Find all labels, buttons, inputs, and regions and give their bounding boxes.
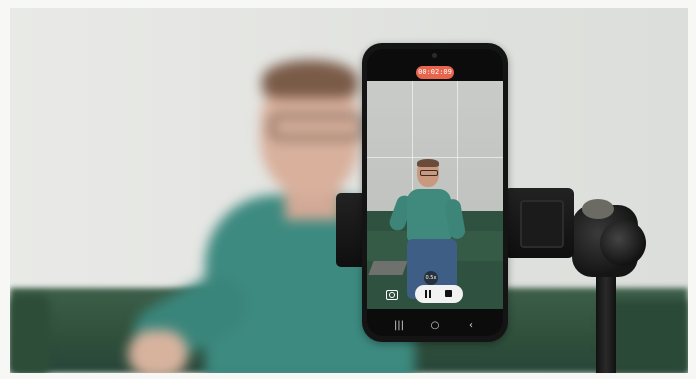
tripod-pole bbox=[596, 270, 616, 379]
phone-screen: 00:02:09 0.5x ||| ○ ‹ bbox=[367, 49, 503, 336]
viewfinder-grid-line bbox=[367, 157, 503, 158]
image-border bbox=[688, 0, 696, 379]
viewfinder-person-torso bbox=[407, 189, 451, 241]
recents-icon[interactable]: ||| bbox=[389, 319, 409, 333]
viewfinder-person-glasses bbox=[420, 170, 438, 176]
back-icon[interactable]: ‹ bbox=[461, 319, 481, 333]
phone-mount-clamp-detail bbox=[520, 200, 564, 248]
recording-controls-pill bbox=[415, 285, 463, 303]
photo-scene: 00:02:09 0.5x ||| ○ ‹ bbox=[0, 0, 696, 379]
tripod-disc bbox=[582, 199, 614, 219]
pause-icon[interactable] bbox=[424, 290, 432, 298]
recording-timer: 00:02:09 bbox=[416, 66, 454, 79]
person-glasses bbox=[270, 115, 364, 139]
tripod-knob bbox=[600, 220, 646, 266]
person-hair bbox=[262, 60, 358, 98]
stop-icon[interactable] bbox=[445, 290, 452, 297]
camera-viewfinder[interactable]: 0.5x bbox=[367, 81, 503, 309]
sofa-arm-left bbox=[10, 295, 50, 375]
smartphone: 00:02:09 0.5x ||| ○ ‹ bbox=[362, 43, 508, 342]
camera-controls-bar bbox=[367, 281, 503, 309]
camera-switch-icon[interactable] bbox=[386, 290, 398, 300]
image-border bbox=[0, 0, 696, 8]
android-nav-bar: ||| ○ ‹ bbox=[367, 319, 503, 336]
viewfinder-person-hair bbox=[417, 159, 439, 167]
front-camera-dot bbox=[432, 53, 437, 58]
home-icon[interactable]: ○ bbox=[425, 319, 445, 333]
person-hand bbox=[128, 330, 188, 378]
image-border bbox=[0, 0, 10, 379]
image-border bbox=[0, 373, 696, 379]
